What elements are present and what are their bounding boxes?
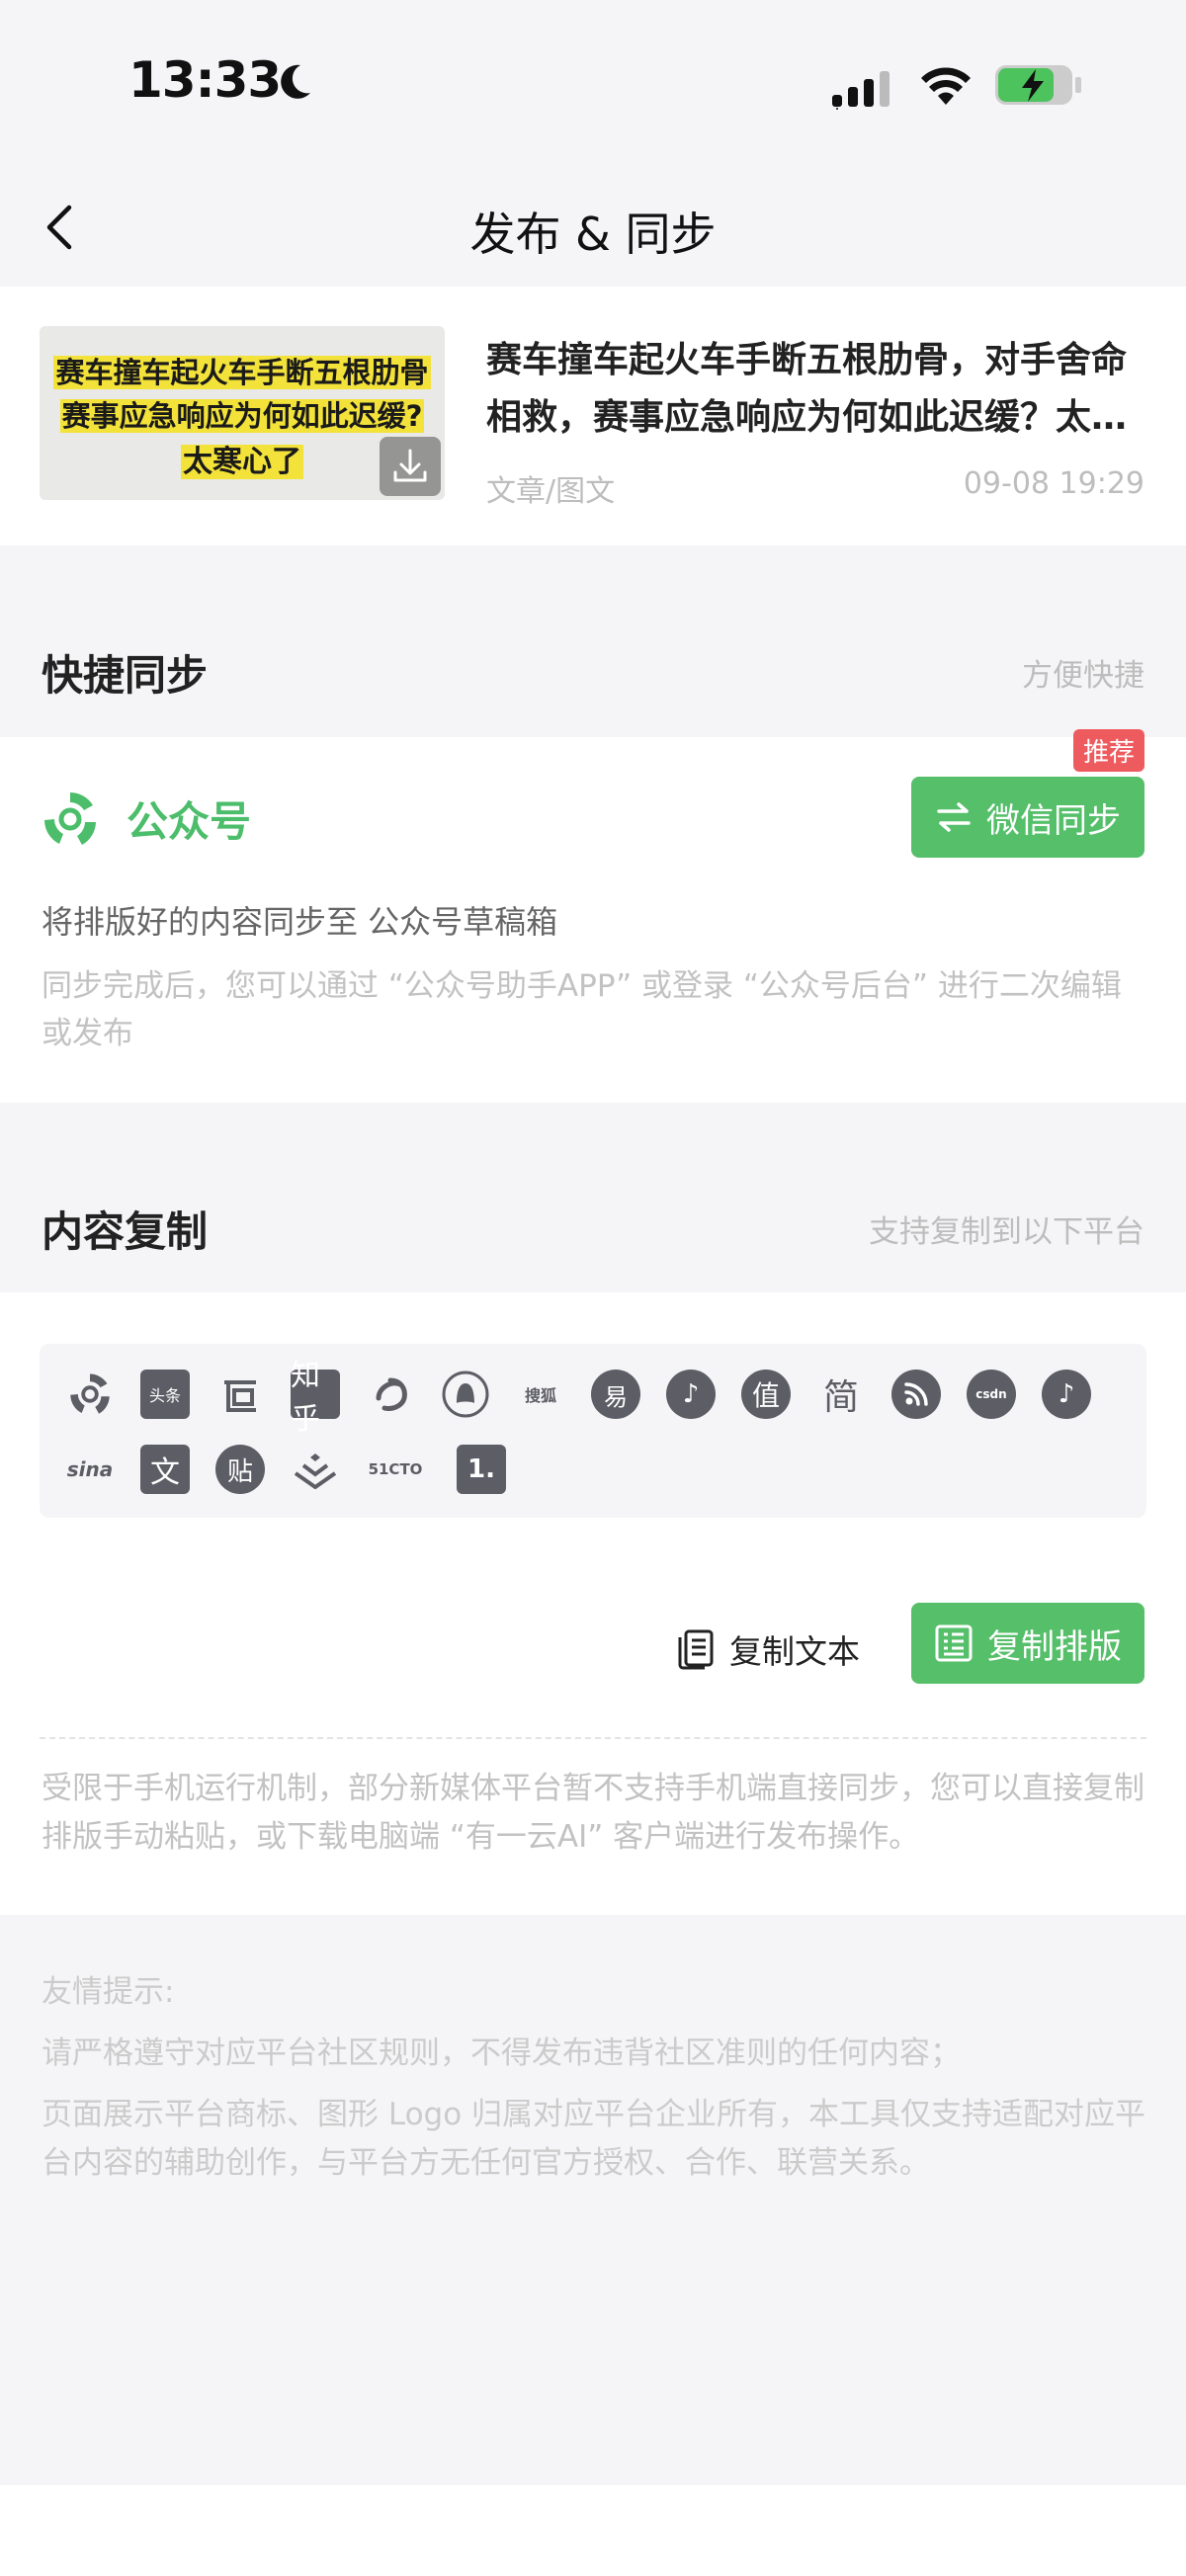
quick-sync-header: 快捷同步 方便快捷 xyxy=(0,593,1186,736)
page-title: 发布 & 同步 xyxy=(469,208,717,261)
article-type: 文章/图文 xyxy=(486,474,616,509)
nav-bar: 发布 & 同步 xyxy=(0,173,1186,287)
qq-platform-icon xyxy=(441,1370,490,1419)
toutiao-platform-icon: 头条 xyxy=(140,1370,190,1419)
recommend-badge: 推荐 xyxy=(1073,729,1145,772)
bottom-safe-area xyxy=(0,2485,1186,2576)
swap-arrows-icon xyxy=(937,802,971,832)
content-copy-card: 头条 知乎 搜狐 易 ♪ 值 简 csdn ♪ sina 文 贴 51CTO 1… xyxy=(0,1292,1186,1915)
wechat-official-account-icon xyxy=(44,792,96,845)
sina-platform-icon: sina xyxy=(66,1457,114,1481)
wifi-icon xyxy=(921,67,971,105)
tips-line-1: 请严格遵守对应平台社区规则，不得发布违背社区准则的任何内容； xyxy=(42,2036,961,2071)
sohu-platform-icon: 搜狐 xyxy=(524,1386,556,1405)
document-icon xyxy=(678,1629,714,1670)
douyin-platform-icon-2: ♪ xyxy=(1042,1370,1091,1419)
article-date: 09-08 19:29 xyxy=(963,466,1144,501)
quick-sync-title: 快捷同步 xyxy=(42,651,209,700)
zhihu-platform-icon: 知乎 xyxy=(291,1359,340,1437)
thumb-caption-1: 赛车撞车起火车手断五根肋骨 xyxy=(53,356,431,389)
copy-text-label: 复制文本 xyxy=(729,1632,860,1671)
wechat-sync-button[interactable]: 微信同步 xyxy=(911,777,1144,858)
tips-line-2: 页面展示平台商标、图形 Logo 归属对应平台企业所有，本工具仅支持适配对应平台… xyxy=(42,2097,1146,2181)
battery-charging-icon xyxy=(995,65,1081,105)
tieba-platform-icon: 贴 xyxy=(215,1445,265,1494)
article-thumbnail: 赛车撞车起火车手断五根肋骨 赛事应急响应为何如此迟缓? 太寒心了 xyxy=(40,326,445,500)
moon-icon xyxy=(281,64,310,99)
content-copy-header: 内容复制 支持复制到以下平台 xyxy=(0,1149,1186,1292)
sync-description: 将排版好的内容同步至 公众号草稿箱 xyxy=(42,903,558,941)
jianshu-platform-icon: 简 xyxy=(822,1377,859,1418)
douyin-platform-icon: ♪ xyxy=(666,1370,716,1419)
smzdm-platform-icon: 值 xyxy=(741,1370,791,1419)
friendly-tips: 友情提示: 请严格遵守对应平台社区规则，不得发布违背社区准则的任何内容； 页面展… xyxy=(42,1968,1148,2201)
content-copy-subtitle: 支持复制到以下平台 xyxy=(869,1214,1144,1250)
juejin-platform-icon xyxy=(291,1445,340,1494)
copy-layout-label: 复制排版 xyxy=(987,1626,1122,1667)
status-time: 13:33 xyxy=(128,51,282,109)
cellular-signal-icon xyxy=(832,71,890,110)
publish-sync-page: 13:33 发布 & 同步 赛车撞车起火车手断五根肋骨 赛事应急响应为何如此迟缓… xyxy=(0,0,1186,2576)
dashed-divider xyxy=(40,1737,1146,1739)
wen-platform-icon: 文 xyxy=(140,1445,190,1494)
copy-text-button[interactable]: 复制文本 xyxy=(676,1609,860,1690)
sync-note: 同步完成后，您可以通过 “公众号助手APP” 或登录 “公众号后台” 进行二次编… xyxy=(42,968,1122,1051)
yidian-platform-icon: 1. xyxy=(457,1445,506,1494)
quick-sync-card: 公众号 微信同步 推荐 将排版好的内容同步至 公众号草稿箱 同步完成后，您可以通… xyxy=(0,729,1186,1103)
copy-layout-button[interactable]: 复制排版 xyxy=(911,1603,1144,1684)
rss-platform-icon xyxy=(891,1370,941,1419)
baijiahao-platform-icon xyxy=(215,1370,265,1419)
thumb-caption-3: 太寒心了 xyxy=(181,445,303,479)
article-title: 赛车撞车起火车手断五根肋骨，对手舍命相救，赛事应急响应为何如此迟缓？太寒心了 xyxy=(486,340,1128,438)
download-image-button[interactable] xyxy=(380,437,441,496)
article-card[interactable]: 赛车撞车起火车手断五根肋骨 赛事应急响应为何如此迟缓? 太寒心了 赛车撞车起火车… xyxy=(0,287,1186,545)
copy-note: 受限于手机运行机制，部分新媒体平台暂不支持手机端直接同步，您可以直接复制排版手动… xyxy=(42,1771,1144,1855)
download-icon xyxy=(393,449,427,482)
quick-sync-subtitle: 方便快捷 xyxy=(1022,658,1144,694)
platform-icon-grid: 头条 知乎 搜狐 易 ♪ 值 简 csdn ♪ sina 文 贴 51CTO 1… xyxy=(40,1344,1146,1518)
netease-platform-icon: 易 xyxy=(591,1370,640,1419)
platform-name: 公众号 xyxy=(127,797,252,846)
tips-heading: 友情提示: xyxy=(42,1974,175,2010)
wechat-sync-label: 微信同步 xyxy=(986,800,1121,841)
layout-icon xyxy=(935,1624,973,1662)
wechat-platform-icon xyxy=(65,1370,115,1419)
content-copy-title: 内容复制 xyxy=(42,1207,209,1256)
csdn-platform-icon: csdn xyxy=(967,1370,1016,1419)
thumb-caption-2: 赛事应急响应为何如此迟缓? xyxy=(59,399,425,433)
51cto-platform-icon: 51CTO xyxy=(368,1460,423,1478)
weibo-platform-icon xyxy=(366,1370,415,1419)
status-bar: 13:33 xyxy=(0,0,1186,173)
